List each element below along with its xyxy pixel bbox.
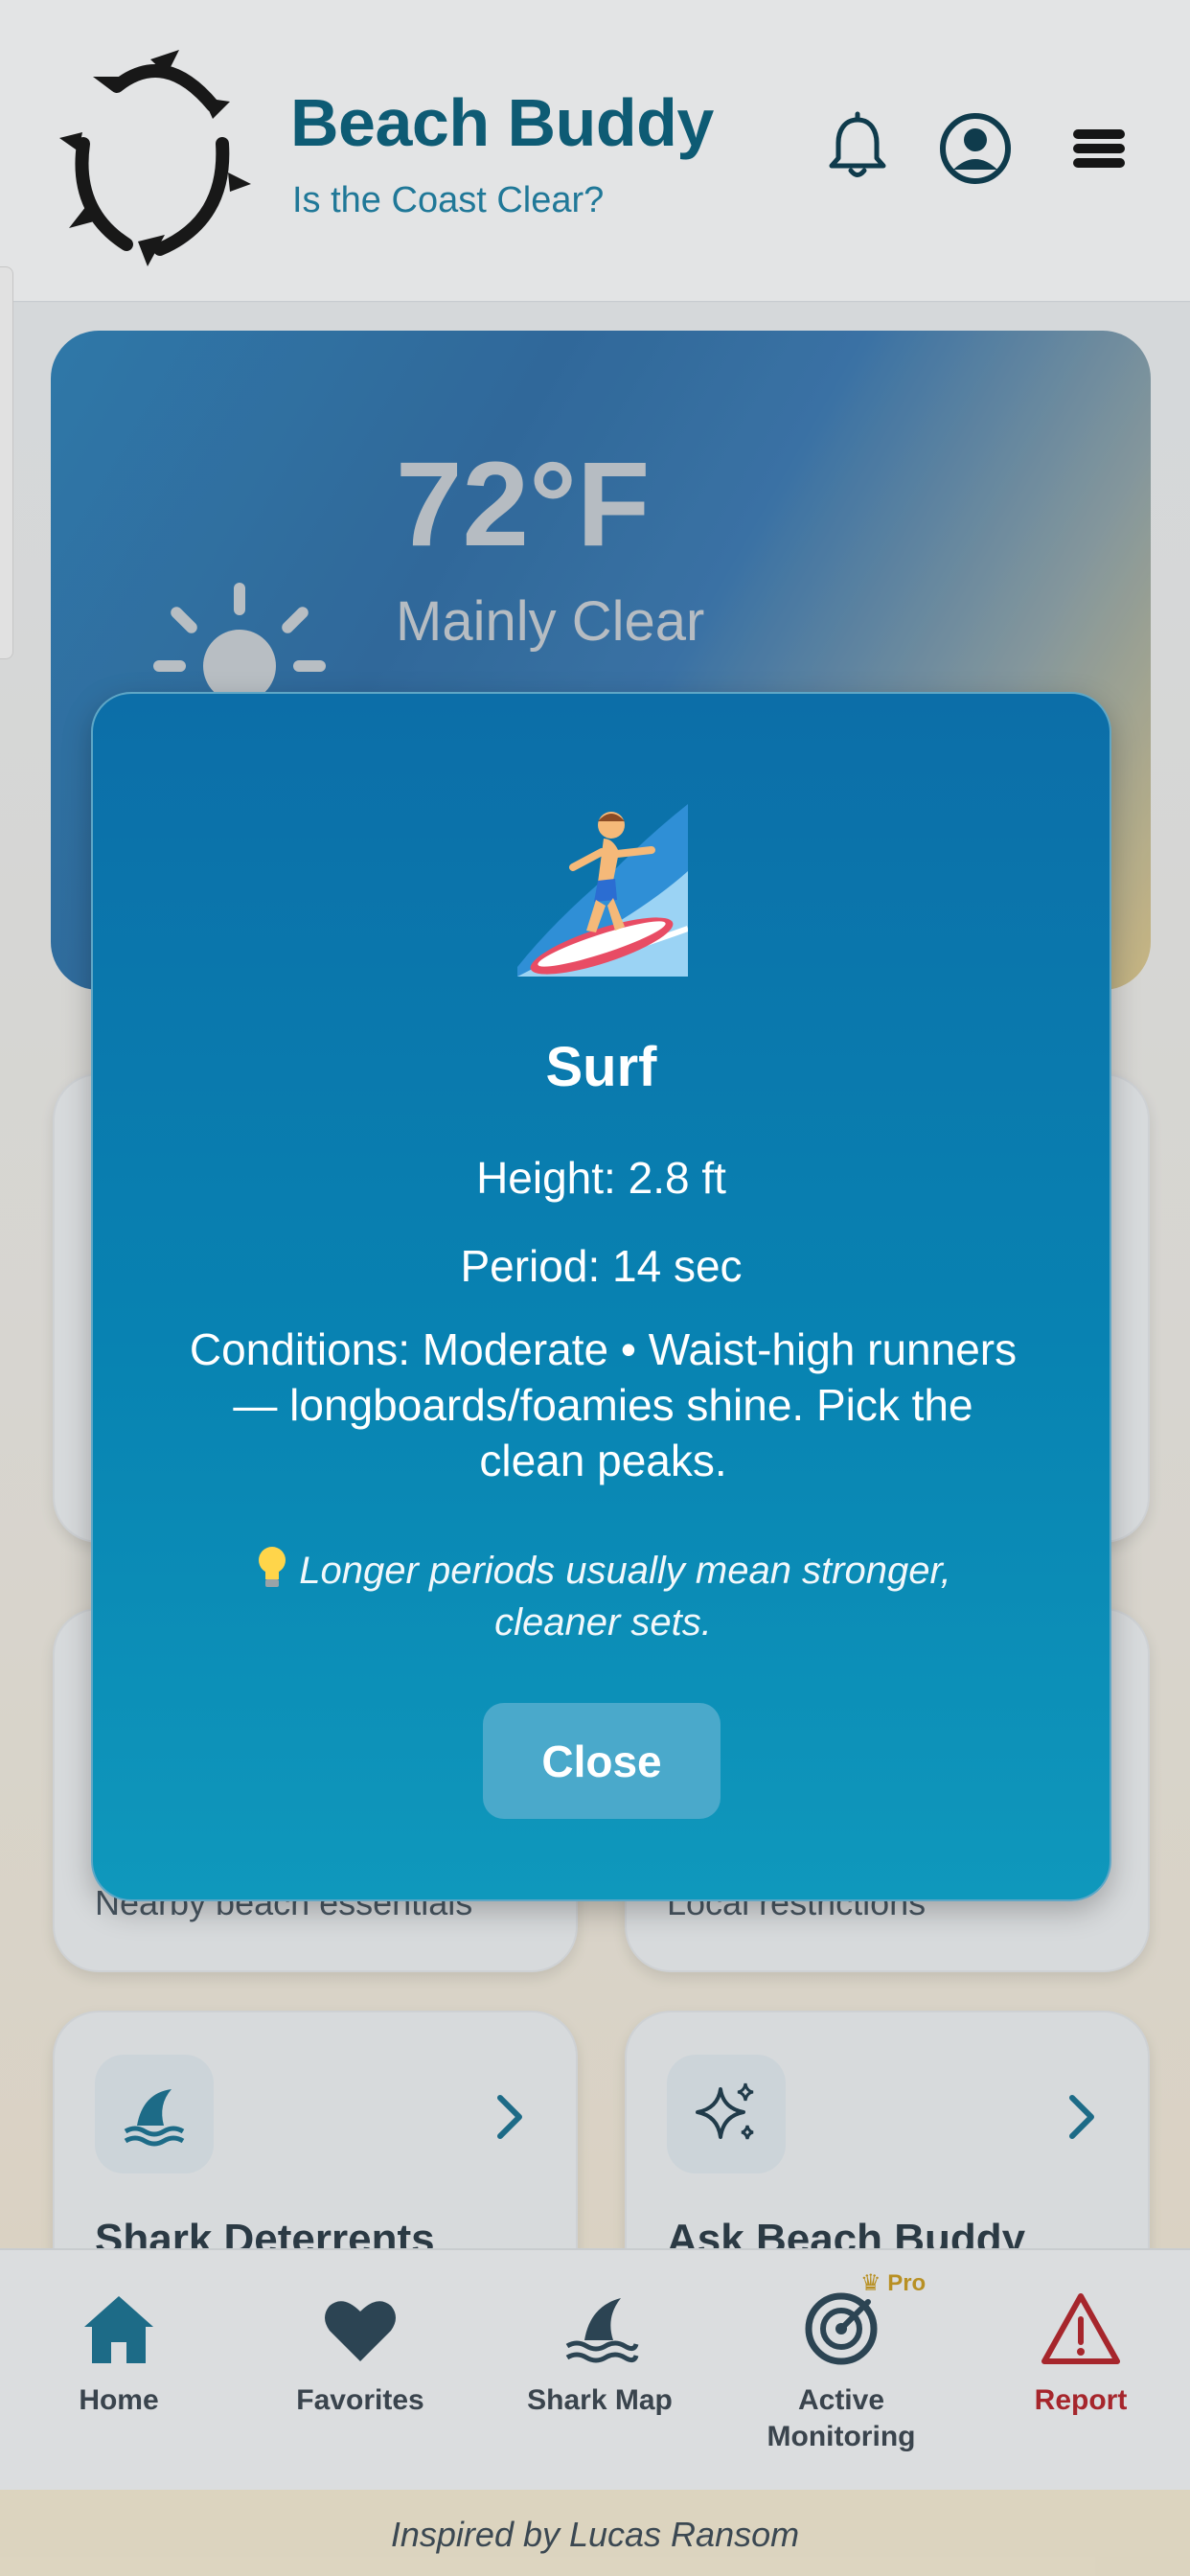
- surf-conditions: Conditions: Moderate • Waist-high runner…: [189, 1324, 1018, 1485]
- modal-title: Surf: [545, 1036, 657, 1098]
- tip-text: Longer periods usually mean stronger, cl…: [299, 1550, 951, 1644]
- close-button[interactable]: Close: [483, 1703, 721, 1819]
- surf-details-modal: Surf Height: 2.8 ft Period: 14 sec Condi…: [91, 692, 1111, 1901]
- surf-tip: Longer periods usually mean stronger, cl…: [208, 1545, 998, 1648]
- surf-height: Height: 2.8 ft: [476, 1153, 726, 1203]
- surfer-emoji: [517, 804, 688, 977]
- surf-period: Period: 14 sec: [460, 1241, 743, 1291]
- lightbulb-icon: [259, 1547, 286, 1587]
